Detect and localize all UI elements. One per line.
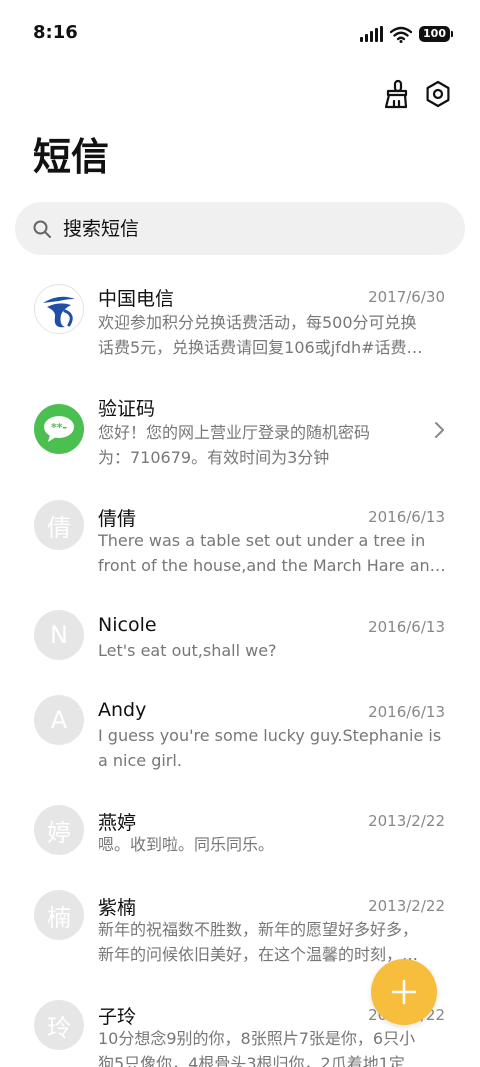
signal-icon (360, 26, 384, 42)
contact-avatar: A (34, 695, 84, 745)
preview-line-2: 为：710679。有效时间为3分钟 (98, 448, 330, 467)
preview-line-1: 您好！您的网上营业厅登录的随机密码 (98, 423, 371, 442)
conversation-preview: 嗯。收到啦。同乐同乐。 (98, 832, 446, 857)
contact-avatar: 楠 (34, 890, 84, 940)
conversation-name: Nicole (98, 614, 157, 636)
preview-line-2: 狗5只像你，4根骨头3根归你，2爪着地1定 (98, 1054, 405, 1067)
conversation-date: 2013/2/22 (368, 812, 445, 830)
battery-icon: 100 (419, 26, 453, 42)
status-time: 8:16 (33, 22, 78, 43)
conversation-preview: Let's eat out,shall we? (98, 638, 446, 663)
clean-button[interactable] (376, 76, 412, 112)
conversation-preview: 10分想念9别的你，8张照片7张是你，6只小 狗5只像你，4根骨头3根归你，2爪… (98, 1026, 446, 1067)
new-message-button[interactable] (371, 959, 437, 1025)
conversation-preview: 您好！您的网上营业厅登录的随机密码 为：710679。有效时间为3分钟 (98, 420, 408, 470)
gear-icon (426, 80, 450, 108)
conversation-name: 紫楠 (98, 897, 137, 919)
chevron-right-icon (435, 422, 444, 438)
conversation-item[interactable]: 婷 燕婷 2013/2/22 嗯。收到啦。同乐同乐。 (0, 791, 480, 875)
preview-line-2: a nice girl. (98, 751, 182, 770)
conversation-preview: There was a table set out under a tree i… (98, 528, 446, 578)
chat-bubble-icon: **- (34, 404, 84, 454)
preview-line-1: 欢迎参加积分兑换话费活动，每500分可兑换 (98, 313, 417, 332)
status-bar: 8:16 100 (0, 0, 480, 68)
broom-icon (384, 79, 408, 109)
preview-line-2: 话费5元，兑换话费请回复106或jfdh#话费… (98, 338, 423, 357)
messages-screen: 8:16 100 短信 搜索短信 中国电信 2017/6/30 欢迎参加积分兑换… (0, 0, 480, 1067)
conversation-preview: 欢迎参加积分兑换话费活动，每500分可兑换 话费5元，兑换话费请回复106或jf… (98, 310, 446, 360)
conversation-item[interactable]: 倩 倩倩 2016/6/13 There was a table set out… (0, 486, 480, 594)
preview-line-1: 嗯。收到啦。同乐同乐。 (98, 835, 275, 854)
conversation-name: 倩倩 (98, 508, 137, 530)
preview-line-1: 10分想念9别的你，8张照片7张是你，6只小 (98, 1029, 416, 1048)
contact-avatar: N (34, 610, 84, 660)
conversation-name: Andy (98, 699, 147, 721)
svg-text:**-: **- (51, 421, 67, 434)
preview-line-2: front of the house,and the March Hare an… (98, 556, 446, 575)
conversation-item[interactable]: N Nicole 2016/6/13 Let's eat out,shall w… (0, 596, 480, 680)
plus-icon (391, 979, 417, 1005)
search-icon (31, 218, 53, 240)
page-title: 短信 (33, 135, 110, 179)
conversation-preview: I guess you're some lucky guy.Stephanie … (98, 723, 446, 773)
preview-line-1: Let's eat out,shall we? (98, 641, 277, 660)
search-input[interactable] (61, 216, 425, 241)
preview-line-1: 新年的祝福数不胜数，新年的愿望好多好多， (98, 920, 419, 939)
conversation-item[interactable]: **- 验证码 您好！您的网上营业厅登录的随机密码 为：710679。有效时间为… (0, 376, 480, 484)
conversation-name: 燕婷 (98, 812, 137, 834)
conversation-item[interactable]: 中国电信 2017/6/30 欢迎参加积分兑换话费活动，每500分可兑换 话费5… (0, 266, 480, 374)
contact-avatar: 倩 (34, 500, 84, 550)
preview-line-1: I guess you're some lucky guy.Stephanie … (98, 726, 442, 745)
conversation-name: 子玲 (98, 1006, 137, 1028)
settings-button[interactable] (420, 76, 456, 112)
search-bar[interactable] (15, 202, 465, 255)
conversation-date: 2017/6/30 (368, 288, 445, 306)
conversation-item[interactable]: A Andy 2016/6/13 I guess you're some luc… (0, 681, 480, 789)
conversation-date: 2016/6/13 (368, 508, 445, 526)
wifi-icon (390, 26, 413, 43)
status-icons: 100 (360, 24, 453, 44)
preview-line-1: There was a table set out under a tree i… (98, 531, 426, 550)
conversation-name: 中国电信 (98, 288, 175, 310)
conversation-name: 验证码 (98, 398, 156, 420)
contact-avatar: 玲 (34, 1000, 84, 1050)
conversation-date: 2016/6/13 (368, 618, 445, 636)
china-telecom-logo-icon (34, 284, 84, 334)
conversation-date: 2016/6/13 (368, 703, 445, 721)
conversation-date: 2013/2/22 (368, 897, 445, 915)
contact-avatar: 婷 (34, 805, 84, 855)
